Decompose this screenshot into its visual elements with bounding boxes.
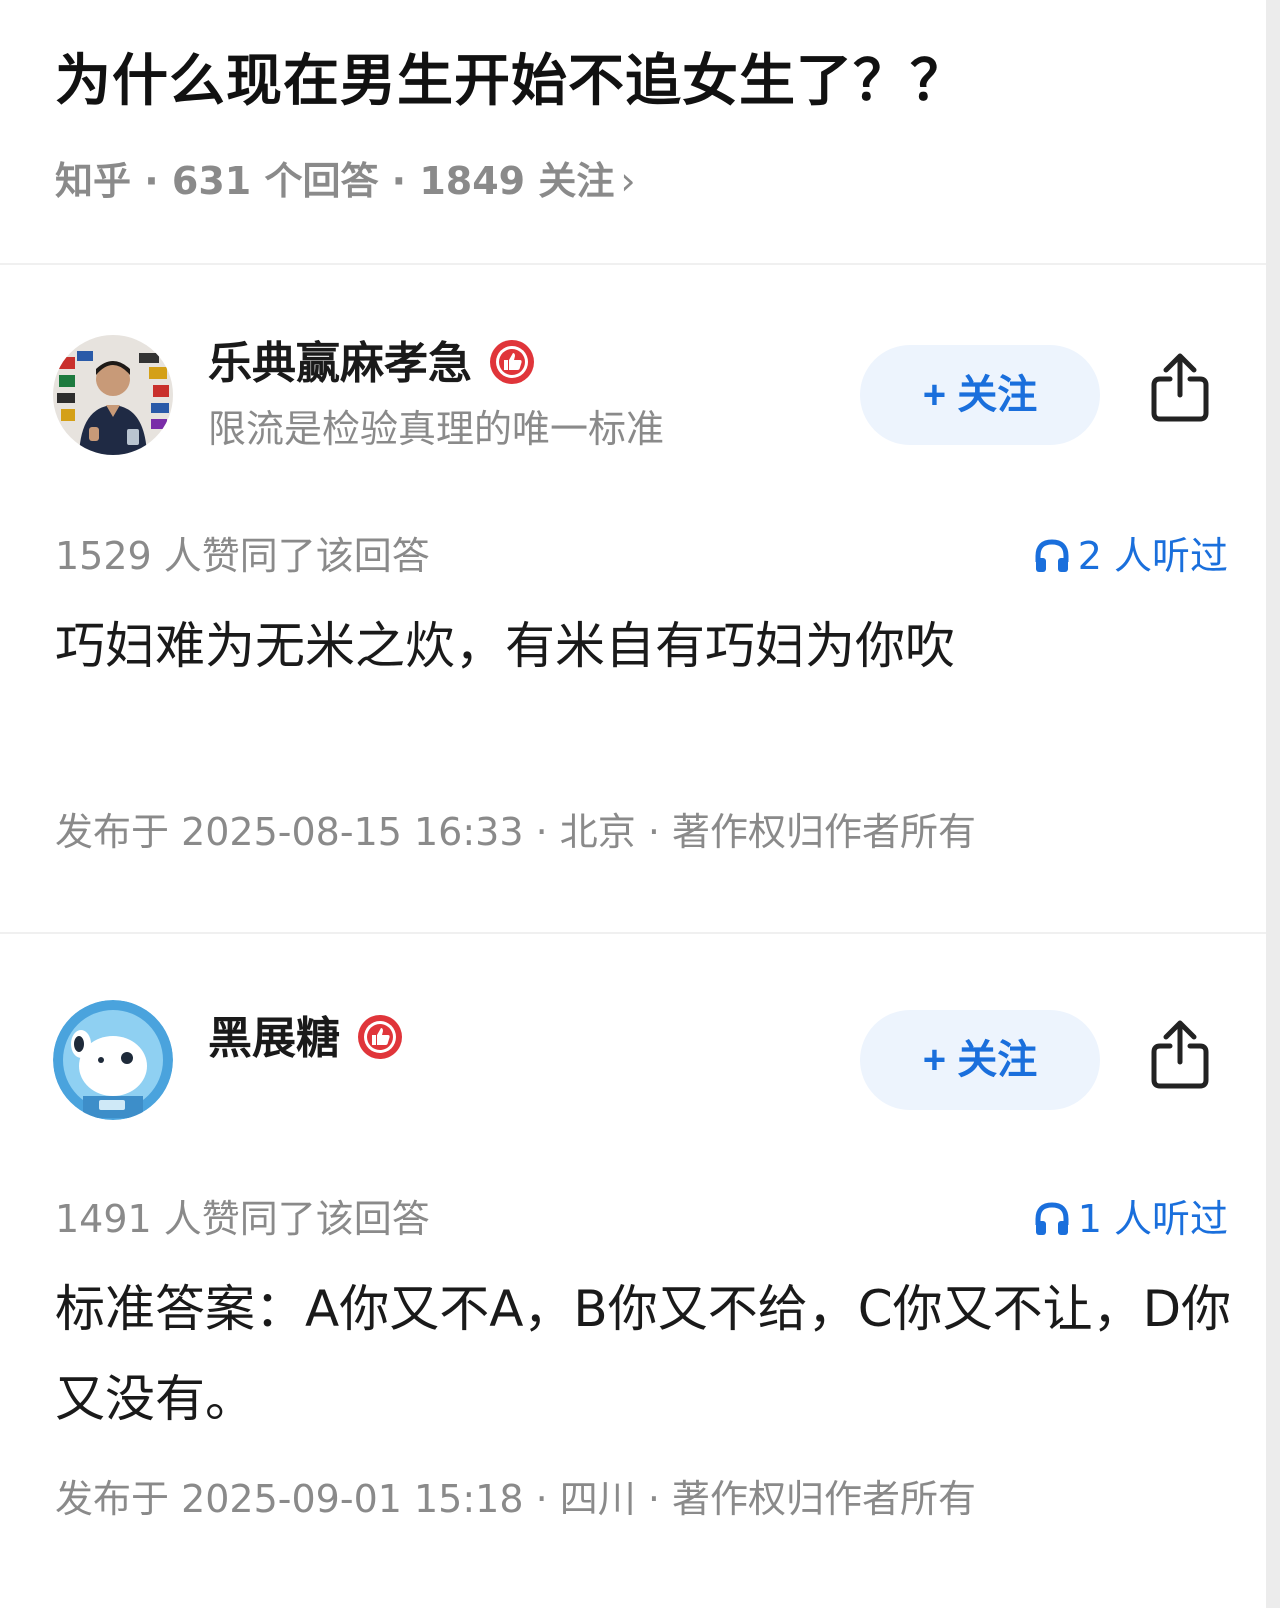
answer-content[interactable]: 标准答案：A你又不A，B你又不给，C你又不让，D你又没有。 xyxy=(55,1264,1235,1444)
avatar[interactable] xyxy=(53,335,173,455)
answer-list-page: 为什么现在男生开始不追女生了？？ 知乎 · 631 个回答 · 1849 关注 › xyxy=(0,0,1266,1608)
author-name-text: 乐典赢麻孝急 xyxy=(208,338,472,389)
author-name-text: 黑展糖 xyxy=(208,1013,340,1064)
share-button[interactable] xyxy=(1146,1018,1214,1090)
question-title[interactable]: 为什么现在男生开始不追女生了？？ xyxy=(55,36,967,117)
follow-button[interactable]: + 关注 xyxy=(860,345,1100,445)
upvote-count: 1491 人赞同了该回答 xyxy=(55,1197,430,1241)
author-bio: 限流是检验真理的唯一标准 xyxy=(208,407,665,451)
question-meta[interactable]: 知乎 · 631 个回答 · 1849 关注 › xyxy=(55,150,636,205)
listen-count-text: 2 人听过 xyxy=(1077,534,1228,578)
follow-button[interactable]: + 关注 xyxy=(860,1010,1100,1110)
answer-content[interactable]: 巧妇难为无米之炊，有米自有巧妇为你吹 xyxy=(55,601,1235,691)
author-name[interactable]: 黑展糖 xyxy=(208,1002,404,1066)
thumbs-up-badge-icon xyxy=(358,1015,402,1059)
headphones-icon xyxy=(1035,1201,1069,1235)
publish-info: 发布于 2025-08-15 16:33 · 北京 · 著作权归作者所有 xyxy=(55,810,976,854)
headphones-icon xyxy=(1035,538,1069,572)
share-icon xyxy=(1151,353,1209,422)
question-header: 为什么现在男生开始不追女生了？？ 知乎 · 631 个回答 · 1849 关注 › xyxy=(0,0,1266,265)
answer-card: 黑展糖 + 关注 1491 人赞同了该回答 1 人听过 标准答案：A你又不A，B… xyxy=(0,934,1266,1608)
thumbs-up-badge-icon xyxy=(490,340,534,384)
person-photo-avatar-icon xyxy=(53,335,173,455)
publish-info: 发布于 2025-09-01 15:18 · 四川 · 著作权归作者所有 xyxy=(55,1477,976,1521)
answer-card: 乐典赢麻孝急 限流是检验真理的唯一标准 + 关注 1529 人赞同了该回答 2 … xyxy=(0,265,1266,932)
share-button[interactable] xyxy=(1146,351,1214,423)
scroll-edge xyxy=(1266,0,1280,1608)
avatar[interactable] xyxy=(53,1000,173,1120)
listen-count-text: 1 人听过 xyxy=(1077,1197,1228,1241)
astronaut-dog-avatar-icon xyxy=(53,1000,173,1120)
listen-count[interactable]: 2 人听过 xyxy=(1032,525,1228,580)
question-meta-text: 知乎 · 631 个回答 · 1849 关注 xyxy=(55,159,615,203)
share-icon xyxy=(1151,1020,1209,1089)
listen-count[interactable]: 1 人听过 xyxy=(1032,1188,1228,1243)
upvote-count: 1529 人赞同了该回答 xyxy=(55,534,430,578)
chevron-right-icon: › xyxy=(620,159,636,203)
author-name[interactable]: 乐典赢麻孝急 xyxy=(208,327,536,391)
